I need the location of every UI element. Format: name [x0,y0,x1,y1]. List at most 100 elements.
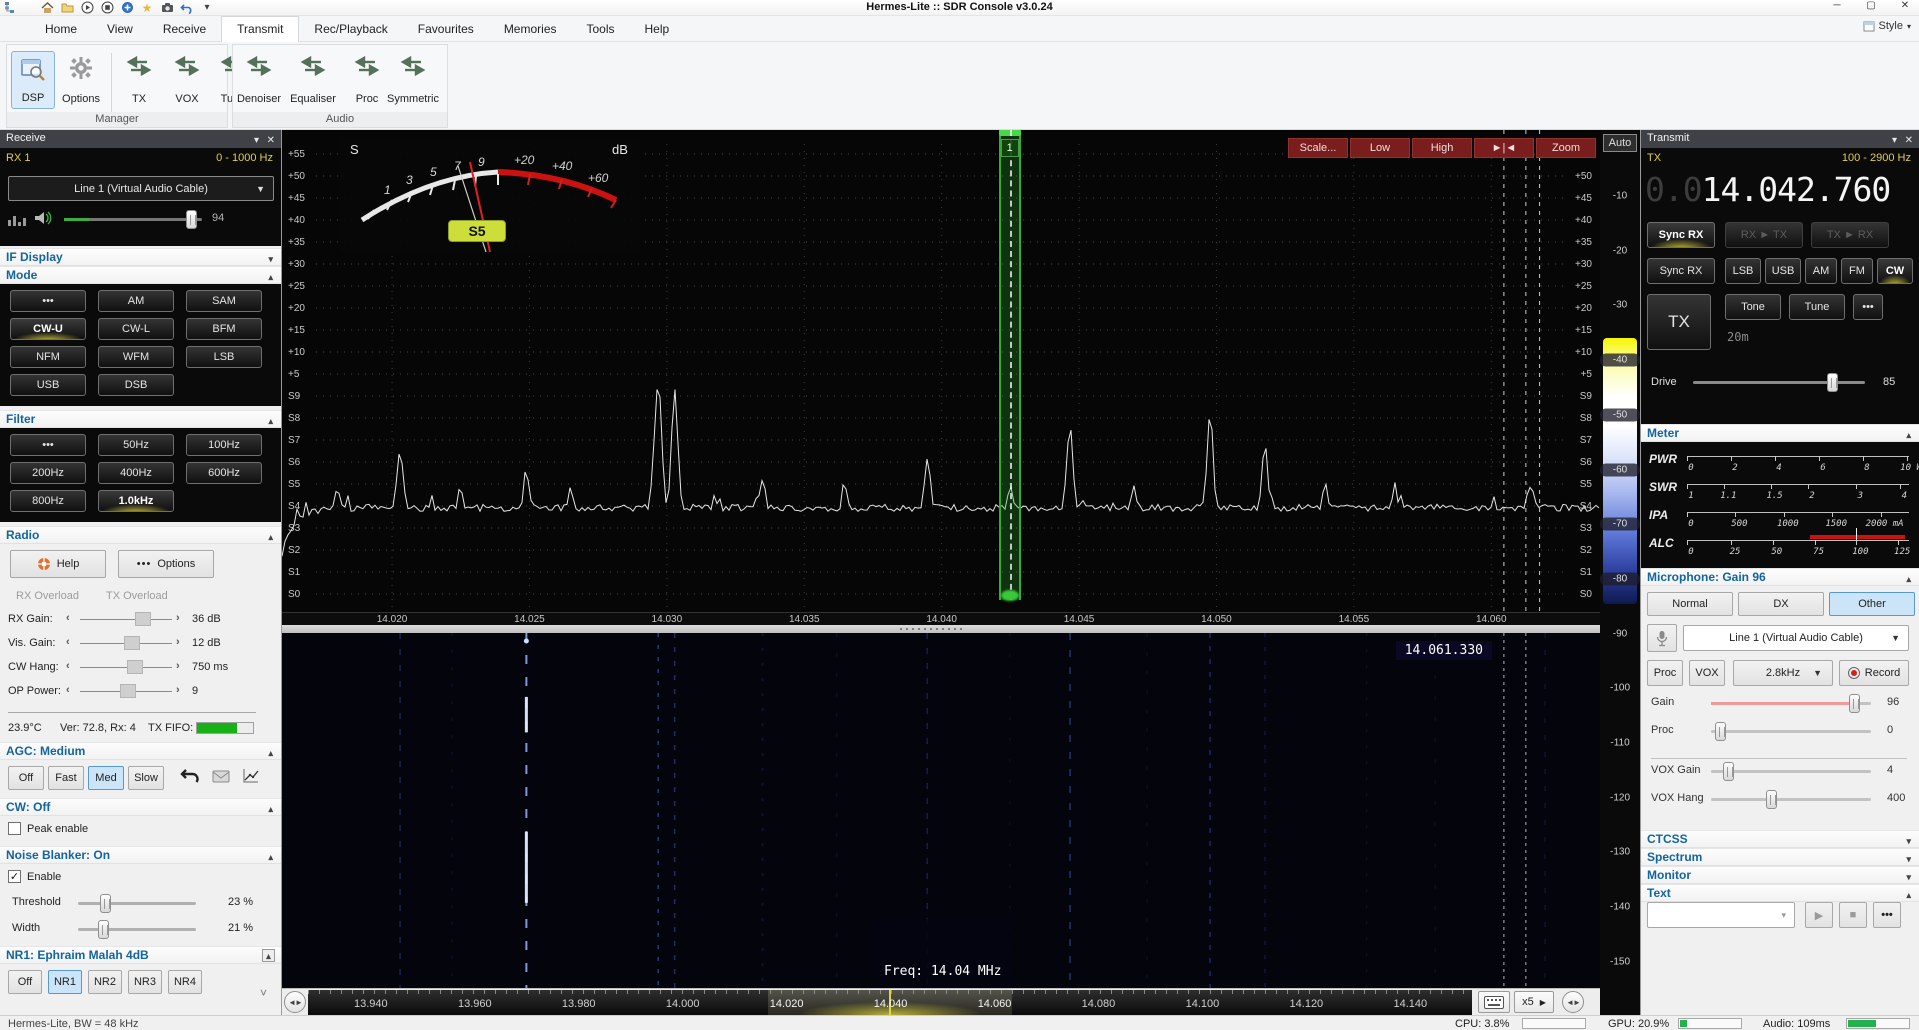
proc-slider[interactable] [1711,730,1871,733]
style-button[interactable]: Style ▾ [1863,20,1911,32]
tx-syncrx-button[interactable]: Sync RX [1647,222,1715,248]
spinner-decrement[interactable]: ‹ [66,684,70,696]
section-noise-blanker[interactable]: Noise Blanker: On▴ [0,846,281,864]
ribbon-button-tx[interactable]: TX [117,51,161,109]
speaker-icon[interactable] [34,210,54,229]
nr-button-nr1[interactable]: NR1 [48,970,82,994]
ribbon-button-symmetric[interactable]: Symmetric [391,51,435,109]
mode-button-am[interactable]: AM [98,290,174,312]
tx-usb-button[interactable]: USB [1765,258,1801,284]
spinner-increment[interactable]: › [176,660,180,672]
tx-am-button[interactable]: AM [1805,258,1837,284]
menu-tab-receive[interactable]: Receive [148,17,221,42]
sidebar-scroll-down-icon[interactable]: ˅ [260,986,267,1000]
tx-fm-button[interactable]: FM [1841,258,1873,284]
mode-button-bfm[interactable]: BFM [186,318,262,340]
slider-thumb[interactable] [1766,790,1777,809]
chevron-up-icon[interactable]: ▴ [268,801,273,818]
spectrum-button-zoom[interactable]: Zoom [1536,138,1596,158]
ribbon-button-dsp[interactable]: DSP [11,51,55,109]
nr-button-nr4[interactable]: NR4 [168,970,202,994]
vox-gain-slider[interactable] [1711,770,1871,773]
menu-tab-help[interactable]: Help [630,17,685,42]
mode-button-lsb[interactable]: LSB [186,346,262,368]
colorbar-auto-button[interactable]: Auto [1603,134,1637,152]
ribbon-button-proc[interactable]: Proc [345,51,389,109]
microphone-select-button[interactable] [1647,624,1677,652]
chevron-up-icon[interactable]: ▴ [268,745,273,762]
menu-tab-favourites[interactable]: Favourites [403,17,489,42]
spinner-thumb[interactable] [120,684,136,698]
chevron-up-icon[interactable]: ▴ [1906,571,1911,588]
spinner-decrement[interactable]: ‹ [66,636,70,648]
spinner-thumb[interactable] [127,660,143,674]
spinner-track[interactable] [80,619,172,620]
spinner-increment[interactable]: › [176,636,180,648]
menu-tab-tools[interactable]: Tools [572,17,630,42]
help-button[interactable]: Help [10,550,106,578]
panel-close-icon[interactable]: ✕ [1905,132,1913,149]
section-ctcss[interactable]: CTCSS▾ [1641,830,1919,848]
volume-thumb[interactable] [186,210,197,229]
section-agc[interactable]: AGC: Medium▴ [0,742,281,760]
navigator-band[interactable]: 13.94013.96013.98014.00014.02014.04014.0… [308,990,1472,1015]
tx-txrx-button[interactable]: TX ► RX [1811,222,1889,248]
mode-button-nfm[interactable]: NFM [10,346,86,368]
tx-frequency-display[interactable]: 0.014.042.760 [1645,170,1890,209]
spinner-increment[interactable]: › [176,612,180,624]
navigator-left-button[interactable]: ◄► [284,991,306,1013]
width-thumb[interactable] [98,920,109,939]
filter-button-400hz[interactable]: 400Hz [98,462,174,484]
tx-marker-band[interactable]: 1 [999,130,1021,600]
spectrum-button-high[interactable]: High [1412,138,1472,158]
filter-button-[interactable]: ••• [10,434,86,456]
maximize-button[interactable]: ▢ [1861,0,1881,15]
mode-button-wfm[interactable]: WFM [98,346,174,368]
mic-profile-normal[interactable]: Normal [1647,592,1733,616]
threshold-slider[interactable] [78,902,196,905]
tune-button[interactable]: Tune [1789,294,1845,320]
section-cw[interactable]: CW: Off▴ [0,798,281,816]
ribbon-button-denoiser[interactable]: Denoiser [237,51,281,109]
text-play-button[interactable]: ▶ [1805,902,1833,928]
panel-close-icon[interactable]: ✕ [267,132,275,149]
drive-thumb[interactable] [1827,373,1838,392]
section-microphone[interactable]: Microphone: Gain 96 ▴ [1641,568,1919,586]
collapse-button[interactable]: ▴ [262,949,275,962]
agc-button-fast[interactable]: Fast [48,766,84,790]
mode-button-sam[interactable]: SAM [186,290,262,312]
agc-button-med[interactable]: Med [88,766,124,790]
slider-thumb[interactable] [1849,694,1860,713]
audio-device-select[interactable]: Line 1 (Virtual Audio Cable) ▼ [8,176,274,201]
section-filter[interactable]: Filter▴ [0,410,281,428]
section-monitor[interactable]: Monitor▾ [1641,866,1919,884]
panel-collapse-icon[interactable]: ▾ [1892,132,1897,149]
slider-thumb[interactable] [1723,762,1734,781]
agc-button-off[interactable]: Off [8,766,44,790]
section-nr1[interactable]: NR1: Ephraim Malah 4dB ▴ [0,946,281,964]
waterfall-display[interactable]: 14.061.330 Freq: 14.04 MHz Span: ±24 kHz [282,633,1600,988]
spinner-track[interactable] [80,667,172,668]
mic-device-select[interactable]: Line 1 (Virtual Audio Cable) ▼ [1683,625,1909,651]
zoom-x5-button[interactable]: x5 ▶ [1514,991,1554,1013]
spinner-track[interactable] [80,691,172,692]
filter-button-50hz[interactable]: 50Hz [98,434,174,456]
mode-button-cwl[interactable]: CW-L [98,318,174,340]
filter-button-600hz[interactable]: 600Hz [186,462,262,484]
spectrum-button-[interactable]: ►|◄ [1474,138,1534,158]
spinner-increment[interactable]: › [176,684,180,696]
chevron-up-icon[interactable]: ▴ [268,529,273,546]
text-message-combo[interactable]: ▾ [1647,902,1795,928]
spectrum-frequency-scale[interactable]: 14.02014.02514.03014.03514.04014.04514.0… [282,612,1600,625]
filter-button-10khz[interactable]: 1.0kHz [98,490,174,512]
nb-enable-checkbox[interactable]: ✓ [8,870,21,883]
agc-button-slow[interactable]: Slow [128,766,164,790]
filter-button-200hz[interactable]: 200Hz [10,462,86,484]
spinner-decrement[interactable]: ‹ [66,612,70,624]
mode-button-[interactable]: ••• [10,290,86,312]
tx-button[interactable]: TX [1647,294,1711,350]
agc-envelope-icon[interactable] [212,770,230,786]
section-if-display[interactable]: IF Display▾ [0,248,281,266]
chevron-up-icon[interactable]: ▴ [1906,887,1911,904]
mode-button-usb[interactable]: USB [10,374,86,396]
